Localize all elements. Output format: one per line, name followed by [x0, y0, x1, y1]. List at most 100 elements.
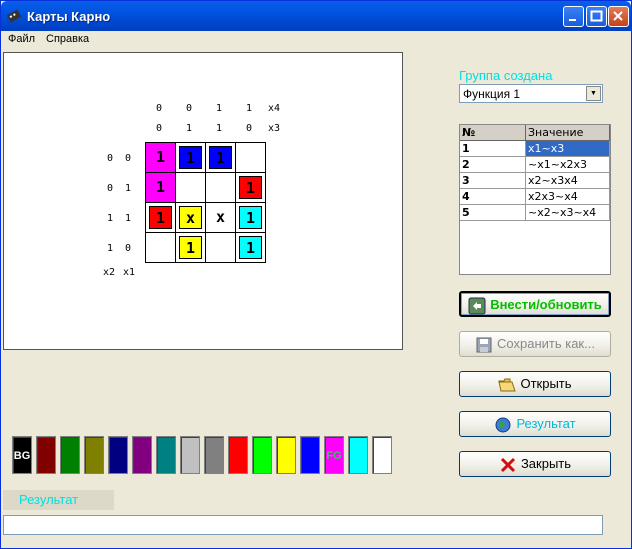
kmap-cell[interactable]: [206, 233, 236, 263]
color-swatch[interactable]: [132, 436, 152, 474]
col-header-x4: 0: [186, 103, 193, 114]
title-bar[interactable]: Карты Карно: [1, 1, 631, 31]
kmap-cell-value: 1: [239, 206, 262, 229]
color-swatch[interactable]: [108, 436, 128, 474]
function-select[interactable]: Функция 1 ▼: [459, 84, 603, 103]
result-button[interactable]: Результат: [459, 411, 611, 437]
kmap-cell[interactable]: [146, 233, 176, 263]
kmap-cell[interactable]: 1: [236, 173, 266, 203]
var-x1-label: x1: [123, 267, 136, 278]
menu-help[interactable]: Справка: [46, 33, 89, 45]
kmap-cell[interactable]: 1: [146, 203, 176, 233]
col-header-x3: 1: [186, 123, 193, 134]
row-number: 4: [460, 189, 526, 205]
color-swatch[interactable]: [156, 436, 176, 474]
kmap-cell-value: 1: [239, 176, 262, 199]
row-header: 1 0: [107, 243, 132, 254]
row-header: 1 1: [107, 213, 132, 224]
kmap-cell[interactable]: [236, 143, 266, 173]
row-value: ~x2~x3~x4: [526, 205, 610, 221]
col-header-x3: 1: [216, 123, 223, 134]
apply-update-button[interactable]: Внести/обновить: [459, 291, 611, 317]
result-output-field[interactable]: [3, 515, 603, 535]
color-swatch[interactable]: [372, 436, 392, 474]
save-as-label: Сохранить как...: [497, 336, 595, 351]
floppy-icon: [476, 337, 492, 353]
app-icon: [7, 9, 21, 23]
kmap-cell-value: 1: [179, 236, 202, 259]
table-row[interactable]: 5 ~x2~x3~x4: [460, 205, 610, 221]
kmap-cell-value: 1: [149, 206, 172, 229]
var-x3-label: x3: [268, 123, 281, 134]
menu-bar: Файл Справка: [1, 31, 631, 49]
kmap-cell[interactable]: 1: [146, 143, 176, 173]
color-swatch[interactable]: [276, 436, 296, 474]
table-row[interactable]: 1 x1~x3: [460, 141, 610, 157]
color-swatch[interactable]: FG: [324, 436, 344, 474]
row-value: x1~x3: [526, 141, 610, 157]
table-header: № Значение: [460, 125, 610, 141]
header-value[interactable]: Значение: [526, 125, 610, 141]
kmap-grid[interactable]: 111111xx111: [145, 142, 266, 263]
row-header: 0 0: [107, 153, 132, 164]
row-header: 0 1: [107, 183, 132, 194]
table-row[interactable]: 4 x2x3~x4: [460, 189, 610, 205]
kmap-cell[interactable]: 1: [236, 233, 266, 263]
color-swatch[interactable]: [60, 436, 80, 474]
close-button[interactable]: Закрыть: [459, 451, 611, 477]
menu-file[interactable]: Файл: [8, 33, 35, 45]
kmap-cell-value: 1: [239, 236, 262, 259]
open-button[interactable]: Открыть: [459, 371, 611, 397]
col-header-x3: 0: [246, 123, 253, 134]
table-row[interactable]: 3 x2~x3x4: [460, 173, 610, 189]
row-number: 1: [460, 141, 526, 157]
minimize-button[interactable]: [563, 6, 584, 27]
kmap-cell[interactable]: 1: [146, 173, 176, 203]
maximize-button[interactable]: [586, 6, 607, 27]
result-tab: Результат: [3, 490, 114, 510]
row-number: 5: [460, 205, 526, 221]
row-value: ~x1~x2x3: [526, 157, 610, 173]
kmap-cell[interactable]: x: [176, 203, 206, 233]
color-swatch[interactable]: [180, 436, 200, 474]
chevron-down-icon[interactable]: ▼: [586, 86, 601, 101]
kmap-cell[interactable]: 1: [176, 143, 206, 173]
color-swatch[interactable]: BG: [12, 436, 32, 474]
header-number[interactable]: №: [460, 125, 526, 141]
group-title: Группа создана: [459, 68, 553, 83]
refresh-icon: [468, 297, 486, 315]
minimize-icon: [569, 19, 576, 21]
window-title: Карты Карно: [27, 9, 111, 24]
color-swatch[interactable]: [348, 436, 368, 474]
row-number: 3: [460, 173, 526, 189]
color-swatch[interactable]: [228, 436, 248, 474]
color-swatch[interactable]: [84, 436, 104, 474]
maximize-icon: [590, 10, 603, 22]
close-window-button[interactable]: [608, 6, 629, 27]
main-window: Карты Карно Файл Справка x4 x3 x2 x1 111…: [0, 0, 632, 549]
function-select-value: Функция 1: [463, 87, 521, 101]
kmap-cell[interactable]: 1: [236, 203, 266, 233]
groups-table[interactable]: № Значение 1 x1~x3 2 ~x1~x2x3 3 x2~x3x4 4 x2x3~…: [459, 124, 611, 275]
karnaugh-map-panel[interactable]: x4 x3 x2 x1 111111xx111 000111100 00 11 …: [3, 52, 403, 350]
kmap-cell[interactable]: [176, 173, 206, 203]
kmap-cell[interactable]: x: [206, 203, 236, 233]
kmap-cell[interactable]: 1: [206, 143, 236, 173]
close-x-icon: [500, 457, 516, 472]
col-header-x3: 0: [156, 123, 163, 134]
kmap-cell-value: x: [179, 206, 202, 229]
result-label: Результат: [516, 416, 576, 431]
apply-update-label: Внести/обновить: [490, 297, 602, 312]
folder-open-icon: [498, 378, 517, 392]
kmap-cell-value: x: [215, 208, 226, 226]
kmap-cell[interactable]: 1: [176, 233, 206, 263]
color-swatch[interactable]: [300, 436, 320, 474]
row-value: x2x3~x4: [526, 189, 610, 205]
color-swatch[interactable]: [252, 436, 272, 474]
save-as-button[interactable]: Сохранить как...: [459, 331, 611, 357]
globe-icon: [495, 417, 511, 433]
color-swatch[interactable]: [204, 436, 224, 474]
table-row[interactable]: 2 ~x1~x2x3: [460, 157, 610, 173]
color-swatch[interactable]: [36, 436, 56, 474]
kmap-cell[interactable]: [206, 173, 236, 203]
